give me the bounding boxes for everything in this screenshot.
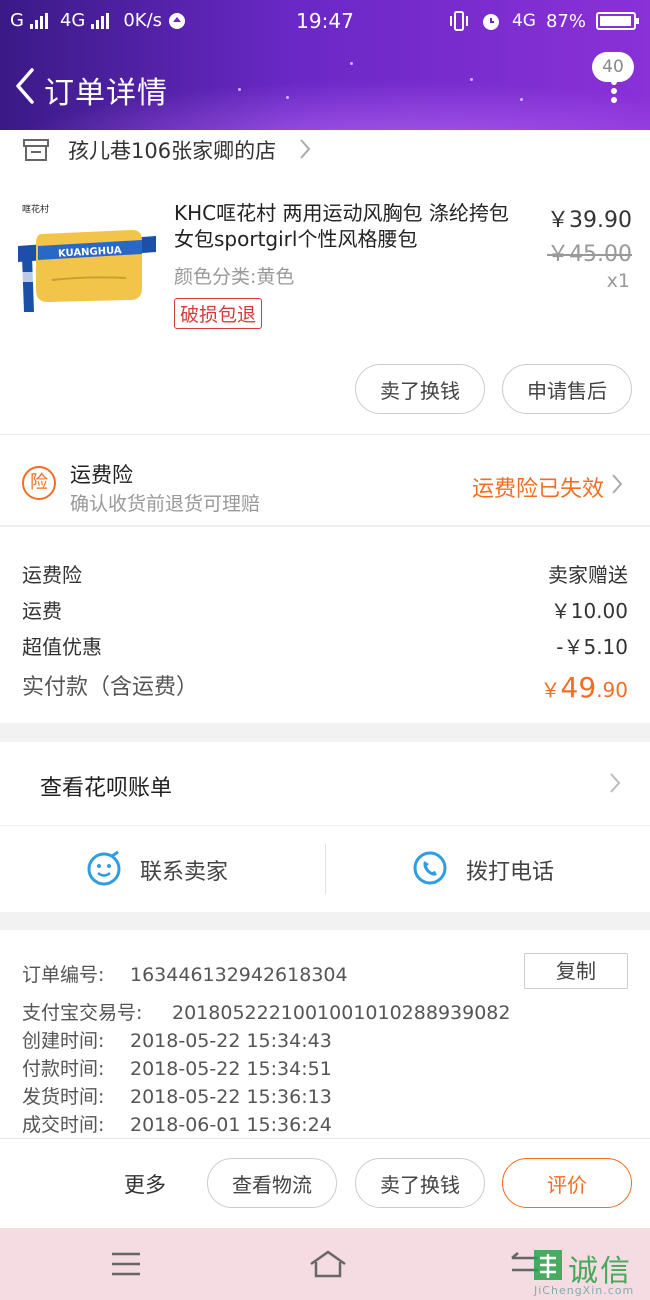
watermark-logo-icon	[534, 1250, 562, 1280]
shop-row[interactable]: 孩儿巷106张家卿的店	[0, 130, 650, 186]
view-logistics-button[interactable]: 查看物流	[207, 1158, 337, 1208]
info-key: 发货时间:	[22, 1086, 105, 1108]
order-info: 订单编号: 163446132942618304 复制 支付宝交易号: 201805…	[0, 930, 650, 1138]
home-icon[interactable]	[306, 1248, 346, 1280]
waist-bag-image: 哐花村 KUANGHUA	[18, 196, 156, 334]
total-currency: ￥	[540, 678, 561, 702]
product-title[interactable]: KHC哐花村 两用运动风胸包 涤纶挎包女包sportgirl个性风格腰包	[174, 200, 524, 252]
battery-icon	[596, 12, 639, 30]
phone-icon	[413, 851, 447, 885]
review-button[interactable]: 评价	[502, 1158, 632, 1208]
product-price: ￥39.90	[547, 208, 632, 233]
huabei-bill-label: 查看花呗账单	[40, 776, 173, 801]
insurance-subtitle: 确认收货前退货可理赔	[70, 493, 261, 515]
info-value: 163446132942618304	[130, 964, 348, 986]
chat-face-icon	[87, 850, 121, 886]
fee-row: 超值优惠 -￥5.10	[22, 631, 628, 660]
fee-value: 卖家赠送	[548, 563, 628, 587]
product-quantity: x1	[606, 270, 630, 292]
nav-bar: 订单详情 40	[0, 42, 650, 130]
site-watermark: 诚信 JiChengXin.com	[532, 1248, 644, 1300]
fee-row: 运费 ￥10.00	[22, 595, 628, 624]
more-menu-icon[interactable]	[608, 76, 620, 106]
total-integer: 49	[560, 671, 597, 704]
insurance-status: 运费险已失效	[471, 477, 604, 502]
copy-button[interactable]: 复制	[524, 953, 628, 989]
total-amount: ￥49.90	[541, 671, 628, 704]
status-bar: G 4G 0K/s 19:47 4G 87%	[0, 0, 650, 42]
info-value: 2018-05-22 15:36:13	[130, 1086, 332, 1108]
fee-row: 运费险 卖家赠送	[22, 559, 628, 588]
fee-label: 运费	[22, 599, 62, 623]
info-row-created: 创建时间: 2018-05-22 15:34:43	[22, 1026, 332, 1053]
vibrate-icon	[449, 11, 468, 31]
huabei-bill-row[interactable]: 查看花呗账单	[0, 742, 650, 826]
info-row-paid: 付款时间: 2018-05-22 15:34:51	[22, 1054, 332, 1081]
product-thumbnail[interactable]: 哐花村 KUANGHUA	[18, 196, 156, 334]
contact-seller-label: 联系卖家	[140, 860, 229, 885]
fee-label: 超值优惠	[22, 635, 102, 659]
watermark-url: JiChengXin.com	[534, 1284, 635, 1297]
chevron-right-icon	[300, 139, 311, 159]
total-row: 实付款（含运费） ￥49.90	[22, 669, 628, 704]
contact-seller-button[interactable]: 联系卖家	[0, 826, 325, 912]
info-row-completed: 成交时间: 2018-06-01 15:36:24	[22, 1110, 332, 1137]
back-arrow-icon[interactable]	[6, 62, 42, 110]
alarm-icon	[482, 14, 499, 30]
page-title: 订单详情	[44, 76, 168, 111]
fee-label: 运费险	[22, 563, 82, 587]
contact-row: 联系卖家 拨打电话	[0, 826, 650, 912]
store-icon	[23, 139, 49, 161]
product-original-price: ￥45.00	[547, 242, 632, 267]
info-row-shipped: 发货时间: 2018-05-22 15:36:13	[22, 1082, 332, 1109]
sell-for-cash-button-bottom[interactable]: 卖了换钱	[355, 1158, 485, 1208]
network-4g-label: 4G	[511, 11, 536, 31]
info-value: 2018-06-01 15:36:24	[130, 1114, 332, 1136]
info-key: 付款时间:	[22, 1058, 105, 1080]
chevron-right-icon	[610, 773, 621, 793]
call-phone-label: 拨打电话	[466, 860, 555, 885]
info-row-order-number: 订单编号: 163446132942618304	[22, 960, 348, 987]
info-key: 订单编号:	[22, 964, 105, 986]
product-sku: 颜色分类:黄色	[174, 266, 295, 288]
total-decimal: .90	[596, 678, 628, 702]
app-header: G 4G 0K/s 19:47 4G 87% 订单详情 40	[0, 0, 650, 130]
info-value: 2018052221001001010288939082	[172, 1002, 511, 1024]
status-right: 4G 87%	[448, 10, 639, 32]
svg-text:哐花村: 哐花村	[22, 203, 49, 215]
more-actions-button[interactable]: 更多	[124, 1169, 166, 1199]
after-sale-button[interactable]: 申请售后	[502, 364, 632, 414]
fee-value: ￥10.00	[550, 599, 628, 623]
chevron-right-icon	[612, 474, 623, 494]
info-key: 支付宝交易号:	[22, 1002, 143, 1024]
shipping-insurance-row[interactable]: 险 运费险 确认收货前退货可理赔 运费险已失效	[0, 434, 650, 526]
menu-icon[interactable]	[108, 1248, 144, 1280]
product-card: 哐花村 KUANGHUA KHC哐花村 两用运动风胸包 涤纶挎包女包sportg…	[0, 186, 650, 434]
service-tag: 破损包退	[174, 298, 263, 329]
info-value: 2018-05-22 15:34:43	[130, 1030, 332, 1052]
info-row-alipay: 支付宝交易号: 2018052221001001010288939082	[22, 998, 510, 1025]
bottom-action-bar: 更多 查看物流 卖了换钱 评价	[0, 1138, 650, 1228]
info-key: 创建时间:	[22, 1030, 105, 1052]
insurance-icon: 险	[22, 466, 56, 500]
insurance-title: 运费险	[70, 463, 133, 487]
info-key: 成交时间:	[22, 1114, 105, 1136]
call-phone-button[interactable]: 拨打电话	[326, 826, 650, 912]
info-value: 2018-05-22 15:34:51	[130, 1058, 332, 1080]
fee-value: -￥5.10	[556, 635, 628, 659]
shop-name: 孩儿巷106张家卿的店	[68, 139, 277, 163]
total-label: 实付款（含运费）	[22, 675, 199, 700]
sell-for-cash-button[interactable]: 卖了换钱	[355, 364, 485, 414]
fee-summary: 运费险 卖家赠送 运费 ￥10.00 超值优惠 -￥5.10 实付款（含运费） …	[0, 527, 650, 723]
battery-percent: 87%	[545, 10, 586, 32]
